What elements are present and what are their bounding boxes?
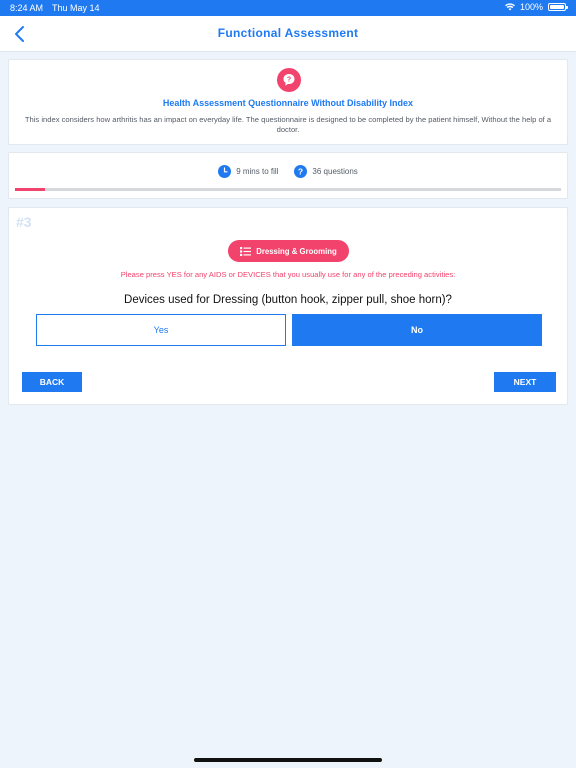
status-time: 8:24 AM	[10, 3, 44, 13]
question-card: #3 Dressing & Grooming Please press YES …	[8, 207, 568, 405]
svg-text:?: ?	[287, 77, 291, 84]
progress-bar	[15, 188, 561, 191]
questionnaire-meta-card: 9 mins to fill ? 36 questions	[8, 152, 568, 199]
clock-icon	[218, 165, 232, 178]
yes-option-button[interactable]: Yes	[36, 314, 286, 346]
battery-percent: 100%	[519, 2, 543, 12]
no-option-button[interactable]: No	[292, 314, 542, 346]
page-title: Functional Assessment	[217, 26, 359, 40]
wifi-icon	[504, 3, 515, 11]
status-date: Thu May 14	[52, 3, 100, 13]
question-count: ? 36 questions	[294, 165, 358, 178]
svg-text:?: ?	[298, 167, 303, 177]
meta-row: 9 mins to fill ? 36 questions	[9, 165, 567, 178]
list-icon	[240, 246, 252, 256]
progress-bar-fill	[15, 188, 46, 191]
question-number: #3	[16, 214, 32, 230]
question-mark-icon: ?	[277, 68, 301, 92]
help-circle-icon: ?	[294, 165, 308, 178]
category-label: Dressing & Grooming	[256, 246, 337, 256]
question-instruction: Please press YES for any AIDS or DEVICES…	[120, 270, 456, 279]
battery-icon	[548, 3, 568, 11]
back-button[interactable]: BACK	[22, 372, 82, 392]
time-estimate: 9 mins to fill	[218, 165, 278, 178]
nav-bar: Functional Assessment	[0, 16, 576, 52]
questionnaire-info-card: ? Health Assessment Questionnaire Withou…	[8, 59, 568, 145]
home-indicator	[194, 758, 382, 762]
questionnaire-title: Health Assessment Questionnaire Without …	[162, 98, 414, 108]
status-bar: 8:24 AM Thu May 14 100%	[0, 0, 576, 16]
questionnaire-description: This index considers how arthritis has a…	[24, 115, 552, 134]
question-count-label: 36 questions	[312, 167, 358, 176]
category-badge: Dressing & Grooming	[228, 240, 349, 262]
question-text: Devices used for Dressing (button hook, …	[124, 294, 452, 306]
status-right: 100%	[504, 2, 568, 12]
next-button[interactable]: NEXT	[494, 372, 556, 392]
time-estimate-label: 9 mins to fill	[236, 167, 279, 176]
